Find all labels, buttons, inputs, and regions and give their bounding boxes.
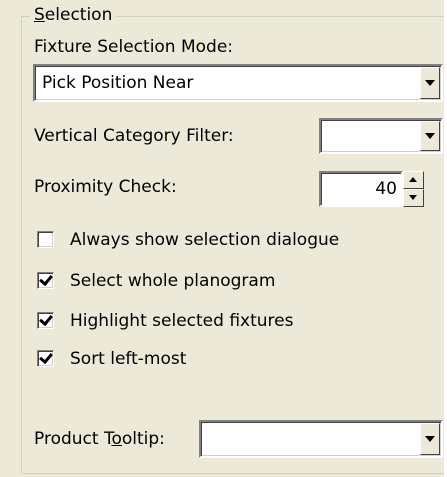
checkbox-box[interactable] xyxy=(37,271,54,289)
product-tooltip-label: Product Tooltip: xyxy=(34,429,165,449)
arrow-up-icon xyxy=(409,177,417,182)
checkmark-icon xyxy=(39,311,53,327)
spinner-up-button[interactable] xyxy=(403,171,424,189)
checkmark-icon xyxy=(39,271,53,287)
vertical-category-filter-combo[interactable] xyxy=(319,118,443,154)
fixture-selection-mode-label: Fixture Selection Mode: xyxy=(34,37,234,57)
selection-options-panel: Selection Fixture Selection Mode: Pick P… xyxy=(0,0,447,477)
groupbox-title: Selection xyxy=(30,5,117,25)
chevron-down-icon xyxy=(425,133,435,139)
proximity-check-value: 40 xyxy=(375,179,397,199)
fixture-selection-mode-combo[interactable]: Pick Position Near xyxy=(33,64,443,102)
proximity-check-input[interactable]: 40 xyxy=(319,171,403,207)
vertical-category-filter-dropdown-button[interactable] xyxy=(420,121,440,151)
proximity-check-label: Proximity Check: xyxy=(34,177,177,197)
chevron-down-icon xyxy=(425,80,435,86)
product-tooltip-combo[interactable] xyxy=(199,420,443,458)
product-tooltip-dropdown-button[interactable] xyxy=(420,423,440,455)
checkbox-label: Always show selection dialogue xyxy=(70,230,340,250)
chevron-down-icon xyxy=(425,436,435,442)
checkbox-box[interactable] xyxy=(37,231,54,248)
checkbox-box[interactable] xyxy=(37,311,54,329)
checkbox-label: Select whole planogram xyxy=(70,271,276,291)
arrow-down-icon xyxy=(409,195,417,200)
checkbox-label: Highlight selected fixtures xyxy=(70,311,294,331)
checkbox-label: Sort left-most xyxy=(70,349,187,369)
checkmark-icon xyxy=(39,349,53,365)
fixture-selection-mode-dropdown-button[interactable] xyxy=(420,67,440,99)
proximity-check-spinner xyxy=(403,171,424,207)
vertical-category-filter-label: Vertical Category Filter: xyxy=(34,126,234,146)
fixture-selection-mode-value: Pick Position Near xyxy=(42,73,194,93)
checkbox-box[interactable] xyxy=(37,349,54,367)
spinner-down-button[interactable] xyxy=(403,189,424,207)
